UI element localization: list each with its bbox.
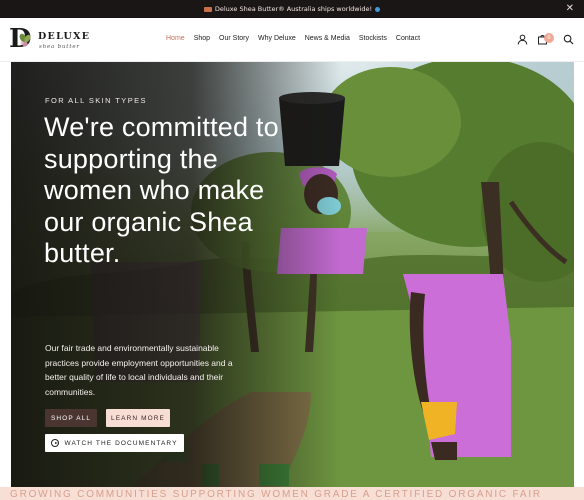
globe-icon bbox=[375, 6, 381, 12]
nav-item-home[interactable]: Home bbox=[166, 35, 185, 42]
benefits-marquee: GROWING COMMUNITIES SUPPORTING WOMEN GRA… bbox=[0, 487, 584, 500]
marquee-text: GROWING COMMUNITIES SUPPORTING WOMEN GRA… bbox=[10, 489, 542, 500]
australia-flag-icon bbox=[203, 6, 212, 12]
account-icon[interactable] bbox=[517, 34, 528, 45]
logo-tagline: shea butter bbox=[39, 44, 80, 50]
nav-item-contact[interactable]: Contact bbox=[396, 35, 420, 42]
cart-count-badge: 0 bbox=[544, 33, 554, 43]
hero-description: Our fair trade and environmentally susta… bbox=[45, 343, 233, 397]
announcement-text: Deluxe Shea Butter® Australia ships worl… bbox=[214, 5, 373, 13]
hero-eyebrow: FOR ALL SKIN TYPES bbox=[45, 96, 147, 105]
main-nav: Home Shop Our Story Why Deluxe News & Me… bbox=[166, 35, 429, 42]
logo-wordmark: DELUXE bbox=[38, 31, 91, 42]
nav-item-our-story[interactable]: Our Story bbox=[219, 35, 249, 42]
hero-heading: We're committed to supporting the women … bbox=[44, 112, 279, 268]
watch-documentary-button[interactable]: WATCH THE DOCUMENTARY bbox=[45, 434, 184, 452]
learn-more-button[interactable]: LEARN MORE bbox=[106, 409, 170, 427]
nav-item-news-media[interactable]: News & Media bbox=[305, 35, 350, 42]
nav-item-shop[interactable]: Shop bbox=[194, 35, 210, 42]
header-icons: 0 bbox=[517, 33, 574, 45]
close-announcement-button[interactable]: ✕ bbox=[566, 3, 574, 14]
shea-leaf-icon bbox=[19, 33, 31, 47]
nav-item-stockists[interactable]: Stockists bbox=[359, 35, 387, 42]
hero-banner: FOR ALL SKIN TYPES We're committed to su… bbox=[11, 62, 574, 487]
cart-button[interactable]: 0 bbox=[537, 33, 554, 45]
nav-item-why-deluxe[interactable]: Why Deluxe bbox=[258, 35, 296, 42]
announcement-bar: Deluxe Shea Butter® Australia ships worl… bbox=[0, 0, 584, 18]
watch-documentary-label: WATCH THE DOCUMENTARY bbox=[64, 439, 178, 447]
search-icon[interactable] bbox=[563, 34, 574, 45]
shop-all-button[interactable]: SHOP ALL bbox=[45, 409, 97, 427]
logo[interactable]: D DELUXE shea butter bbox=[9, 24, 91, 56]
site-header: D DELUXE shea butter Home Shop Our Story… bbox=[0, 18, 584, 62]
play-icon bbox=[51, 439, 60, 447]
